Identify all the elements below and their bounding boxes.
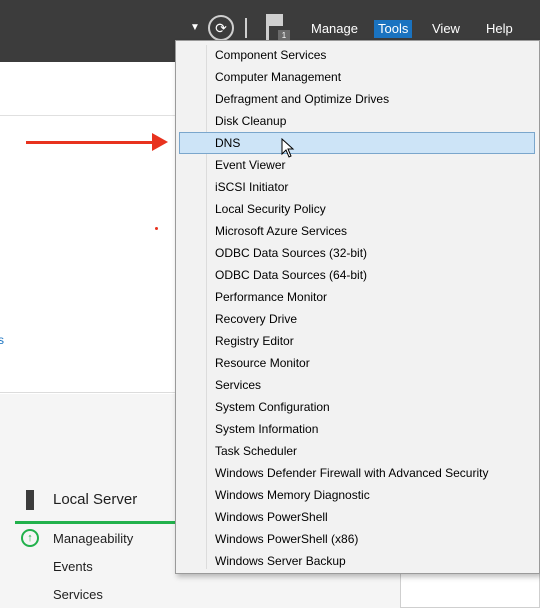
clipped-link-fragment[interactable]: s [0, 333, 4, 347]
menu-item-server-backup[interactable]: Windows Server Backup [179, 550, 535, 572]
flag-cloth [269, 14, 283, 26]
menu-item-services[interactable]: Services [179, 374, 535, 396]
menu-item-iscsi-initiator[interactable]: iSCSI Initiator [179, 176, 535, 198]
menu-view[interactable]: View [428, 20, 464, 38]
tile-item-services[interactable]: Services [53, 587, 103, 602]
toolbar-divider [245, 18, 247, 38]
menu-item-disk-cleanup[interactable]: Disk Cleanup [179, 110, 535, 132]
menu-item-defragment[interactable]: Defragment and Optimize Drives [179, 88, 535, 110]
menu-item-local-security-policy[interactable]: Local Security Policy [179, 198, 535, 220]
menu-item-task-scheduler[interactable]: Task Scheduler [179, 440, 535, 462]
menu-item-azure-services[interactable]: Microsoft Azure Services [179, 220, 535, 242]
menu-help[interactable]: Help [482, 20, 517, 38]
menu-item-computer-management[interactable]: Computer Management [179, 66, 535, 88]
annotation-dot [155, 227, 158, 230]
arrow-up-circle-icon: ↑ [21, 529, 39, 547]
menu-item-powershell[interactable]: Windows PowerShell [179, 506, 535, 528]
tile-title[interactable]: Local Server [53, 491, 137, 508]
tile-item-events[interactable]: Events [53, 559, 93, 574]
menu-item-recovery-drive[interactable]: Recovery Drive [179, 308, 535, 330]
menu-item-registry-editor[interactable]: Registry Editor [179, 330, 535, 352]
menu-item-performance-monitor[interactable]: Performance Monitor [179, 286, 535, 308]
menu-item-resource-monitor[interactable]: Resource Monitor [179, 352, 535, 374]
refresh-icon[interactable]: ⟳ [208, 15, 234, 41]
menu-item-odbc-32[interactable]: ODBC Data Sources (32-bit) [179, 242, 535, 264]
menu-tools[interactable]: Tools [374, 20, 413, 38]
menu-item-system-configuration[interactable]: System Configuration [179, 396, 535, 418]
notifications-flag-icon[interactable]: 1 [266, 14, 290, 42]
tile-item-manageability[interactable]: Manageability [53, 531, 133, 546]
menu-item-dns[interactable]: DNS [179, 132, 535, 154]
tools-dropdown-menu: Component Services Computer Management D… [175, 40, 540, 574]
menu-item-memory-diagnostic[interactable]: Windows Memory Diagnostic [179, 484, 535, 506]
menu-item-odbc-64[interactable]: ODBC Data Sources (64-bit) [179, 264, 535, 286]
status-bar [15, 521, 180, 524]
menu-item-powershell-x86[interactable]: Windows PowerShell (x86) [179, 528, 535, 550]
annotation-arrow-line [26, 141, 154, 144]
annotation-arrow-icon [152, 133, 168, 151]
menu-item-defender-firewall[interactable]: Windows Defender Firewall with Advanced … [179, 462, 535, 484]
server-icon [26, 490, 34, 510]
menu-item-component-services[interactable]: Component Services [179, 44, 535, 66]
menu-item-event-viewer[interactable]: Event Viewer [179, 154, 535, 176]
mouse-pointer-icon [281, 138, 295, 158]
chevron-down-icon[interactable]: ▼ [190, 22, 200, 33]
menu-manage[interactable]: Manage [307, 20, 362, 38]
menu-item-system-information[interactable]: System Information [179, 418, 535, 440]
